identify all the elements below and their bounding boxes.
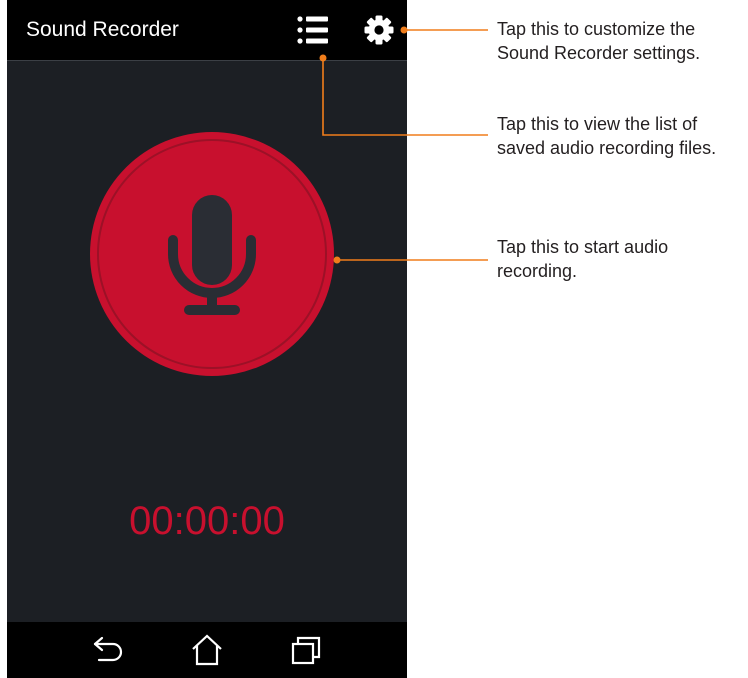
recording-timer: 00:00:00: [129, 499, 285, 543]
callout-recordings-list: Tap this to view the list of saved audio…: [497, 114, 717, 158]
back-arrow-icon: [93, 636, 123, 662]
settings-button[interactable]: [363, 14, 395, 46]
list-icon: [297, 16, 328, 44]
phone-screen: Sound Recorder 00:00:00: [7, 0, 407, 678]
app-title: Sound Recorder: [26, 18, 179, 41]
action-bar: Sound Recorder: [7, 0, 407, 61]
record-circle: [90, 132, 334, 376]
recordings-list-button[interactable]: [296, 14, 330, 46]
record-button[interactable]: [88, 130, 336, 378]
callout-settings: Tap this to customize the Sound Recorder…: [497, 19, 701, 63]
gear-icon: [364, 15, 394, 45]
home-icon: [192, 634, 222, 666]
back-button[interactable]: [91, 634, 125, 666]
home-button[interactable]: [190, 634, 224, 666]
callout-record: Tap this to start audio recording.: [497, 237, 669, 281]
navigation-bar: [7, 622, 407, 678]
recent-apps-button[interactable]: [289, 634, 323, 666]
recent-apps-icon: [291, 636, 321, 665]
